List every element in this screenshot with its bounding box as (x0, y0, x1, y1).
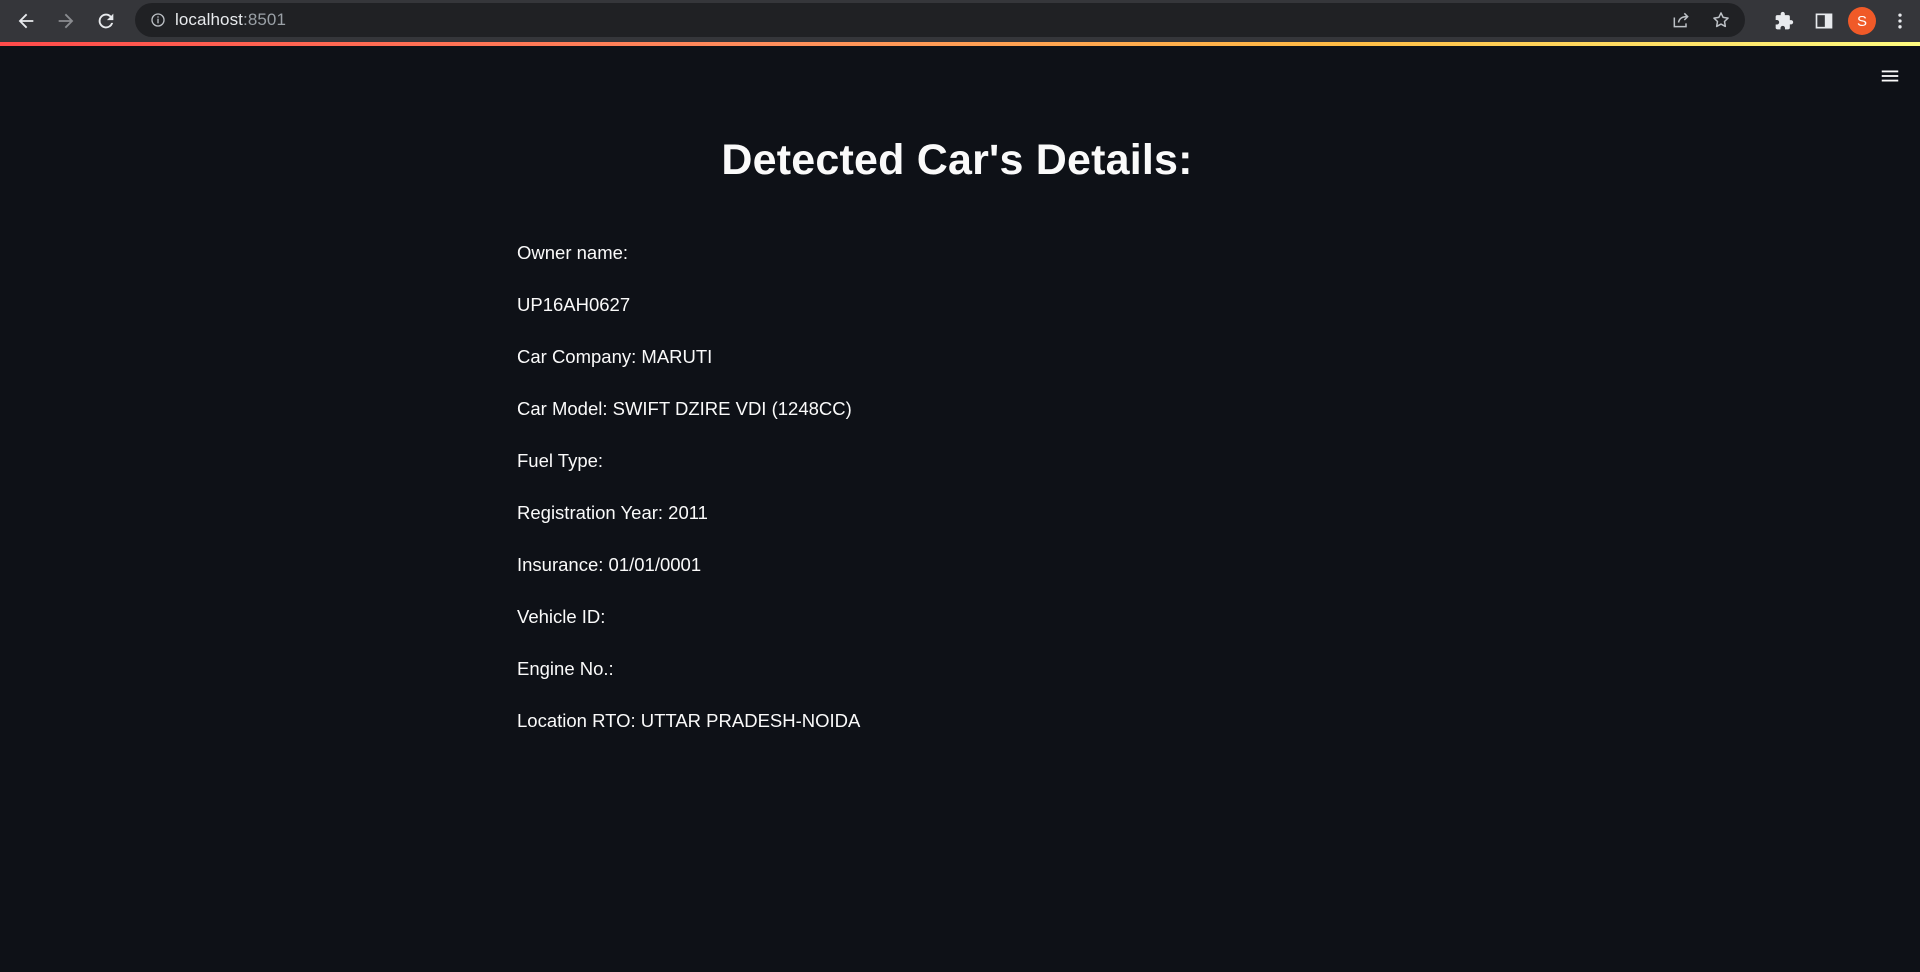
url-port: :8501 (243, 10, 287, 29)
back-button[interactable] (6, 1, 46, 41)
url-host: localhost (175, 10, 243, 29)
detail-fuel-type: Fuel Type: (517, 450, 604, 471)
detail-location-rto: Location RTO: UTTAR PRADESH-NOIDA (517, 710, 861, 731)
puzzle-icon[interactable] (1764, 1, 1804, 41)
main-content: Detected Car's Details: Owner name: UP16… (517, 136, 1397, 761)
detail-insurance: Insurance: 01/01/0001 (517, 554, 702, 575)
address-bar[interactable]: localhost:8501 (135, 3, 1745, 37)
share-icon[interactable] (1663, 3, 1699, 37)
detail-engine-number: Engine No.: (517, 658, 614, 679)
detail-owner-name: Owner name: (517, 242, 629, 263)
info-icon[interactable] (141, 3, 175, 37)
hamburger-icon[interactable] (1874, 62, 1906, 90)
page-title: Detected Car's Details: (721, 136, 1193, 184)
arrow-left-icon (18, 13, 34, 29)
forward-button[interactable] (46, 1, 86, 41)
star-icon[interactable] (1703, 3, 1739, 37)
detail-car-model: Car Model: SWIFT DZIRE VDI (1248CC) (517, 398, 852, 419)
browser-toolbar: localhost:8501 S (0, 0, 1920, 42)
reload-button[interactable] (86, 1, 126, 41)
url-text[interactable]: localhost:8501 (175, 10, 286, 30)
detail-car-company: Car Company: MARUTI (517, 346, 713, 367)
detail-vehicle-id: Vehicle ID: (517, 606, 606, 627)
profile-avatar[interactable]: S (1848, 7, 1876, 35)
detail-registration-year: Registration Year: 2011 (517, 502, 708, 523)
kebab-menu-icon[interactable] (1880, 1, 1920, 41)
car-details-list: Owner name: UP16AH0627 Car Company: MARU… (517, 241, 1397, 761)
arrow-right-icon (58, 13, 74, 29)
reload-icon (98, 13, 114, 29)
app-main: Detected Car's Details: Owner name: UP16… (0, 46, 1920, 972)
side-panel-icon[interactable] (1804, 1, 1844, 41)
detail-plate-number: UP16AH0627 (517, 294, 631, 315)
